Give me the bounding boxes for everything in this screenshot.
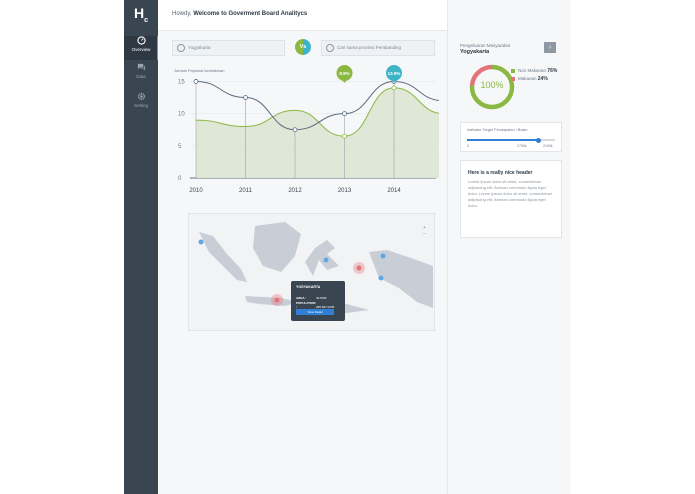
nav-item-setting[interactable]: Setting [124,92,158,116]
series-point-dark [342,111,347,117]
chevron-right-icon: › [548,44,552,51]
page-title: Welcome to Goverment Board Analitycs [193,11,308,17]
zoom-out-button[interactable]: − [420,231,429,237]
tooltip-population-label: POPULATION : [296,301,316,309]
legend-value: 24% [537,76,548,82]
series-point-green [342,133,347,139]
logo-sub: c [144,16,149,24]
nav-label-setting: Setting [133,103,148,108]
info-card: Here is a really nice header Lorem ipsum… [460,160,562,238]
x-tick-label: 2014 [387,188,401,194]
tooltip-area-value: 32.5KM [316,296,327,300]
right-panel: Pengeluaran Masyarakat Yogyakarta › 100%… [447,0,571,494]
legend-label: Makanan [518,76,537,81]
series-point-dark [193,79,199,84]
region-search-right[interactable]: Cari nama provinsi Pembanding [321,40,435,56]
info-card-body: Lorem ipsum dolor sit amet, consectetuer… [468,179,553,208]
y-tick-label: 15 [178,79,185,85]
vs-badge: Vs [295,39,311,55]
income-target-card: Indikator Target Pendapatan / Bulan 0 17… [460,122,562,152]
legend-swatch-green [511,68,515,73]
nav-item-overview[interactable]: Overview [124,36,158,60]
x-tick-label: 2011 [239,188,253,194]
y-tick-label: 10 [178,112,185,118]
region-search-left[interactable]: Yogyakarta [172,40,285,56]
x-tick-label: 2012 [288,188,302,194]
panel-subtitle: Pengeluaran Masyarakat [460,43,511,48]
logo-letter: H [134,5,145,21]
compare-search-placeholder: Cari nama provinsi Pembanding [337,44,402,50]
series-point-dark [292,127,298,133]
view-detail-button[interactable]: View Detail [296,309,334,315]
series-point-green [391,85,397,91]
app-frame: Hc Overview Data Setting Howdy, Welcome … [124,0,571,494]
region-search-value: Yogyakarta [188,44,211,50]
dashboard-icon [136,36,146,45]
legend-value: 76% [547,68,558,74]
slider-max: 2100k [543,144,553,148]
annotation-label: 13.9% [388,71,401,76]
annotation-label: 8.9% [339,71,349,76]
nav-label-overview: Overview [131,47,151,52]
income-slider-fill [467,139,539,141]
donut-center-label: 100% [480,80,504,90]
y-tick-label: 0 [178,176,182,182]
x-tick-label: 2010 [189,188,203,194]
info-card-heading: Here is a really nice header [468,170,533,176]
next-region-button[interactable]: › [544,42,556,53]
map-tooltip: YOGYAKARTA AREA : 32.5KM POPULATION :285.… [291,281,345,321]
series-point-dark [243,95,248,100]
tooltip-population-row: POPULATION :285.827.0235 [296,301,334,309]
annotation-pointer [341,79,348,83]
slider-min: 0 [467,144,469,148]
chat-icon [137,63,145,71]
legend-label: Non Makanan [518,68,547,73]
nav-item-data[interactable]: Data [124,63,158,87]
tooltip-area-label: AREA : [296,296,307,300]
gear-icon [137,92,145,101]
greeting-text: Howdy, [172,11,192,17]
series-area-green [196,87,439,178]
x-tick-label: 2013 [338,188,352,194]
population-line-chart: 0 5 10 15 2010 2011 2012 2013 2014 8.9% 13.9% [178,65,439,194]
panel-city: Yogyakarta [460,49,490,55]
tooltip-area-row: AREA : 32.5KM [296,296,326,300]
welcome-header: Howdy, Welcome to Goverment Board Analit… [172,11,307,17]
app-logo[interactable]: Hc [134,5,148,24]
top-bar: Howdy, Welcome to Goverment Board Analit… [158,0,447,31]
slider-current: 1700k [517,144,527,148]
income-slider-track[interactable] [467,137,555,143]
income-slider-handle[interactable] [535,137,541,143]
slider-title: Indikator Target Pendapatan / Bulan [467,128,528,132]
legend-makanan: Makanan 24% [511,76,548,82]
tooltip-city: YOGYAKARTA [296,285,321,289]
y-tick-label: 5 [178,144,182,150]
legend-non-makanan: Non Makanan 76% [511,68,557,74]
search-icon [326,44,334,52]
map-zoom-controls: + − [420,225,429,237]
nav-label-data: Data [136,74,146,79]
search-icon [177,44,185,52]
sidebar: Hc Overview Data Setting [124,0,158,494]
legend-swatch-red [511,76,515,81]
